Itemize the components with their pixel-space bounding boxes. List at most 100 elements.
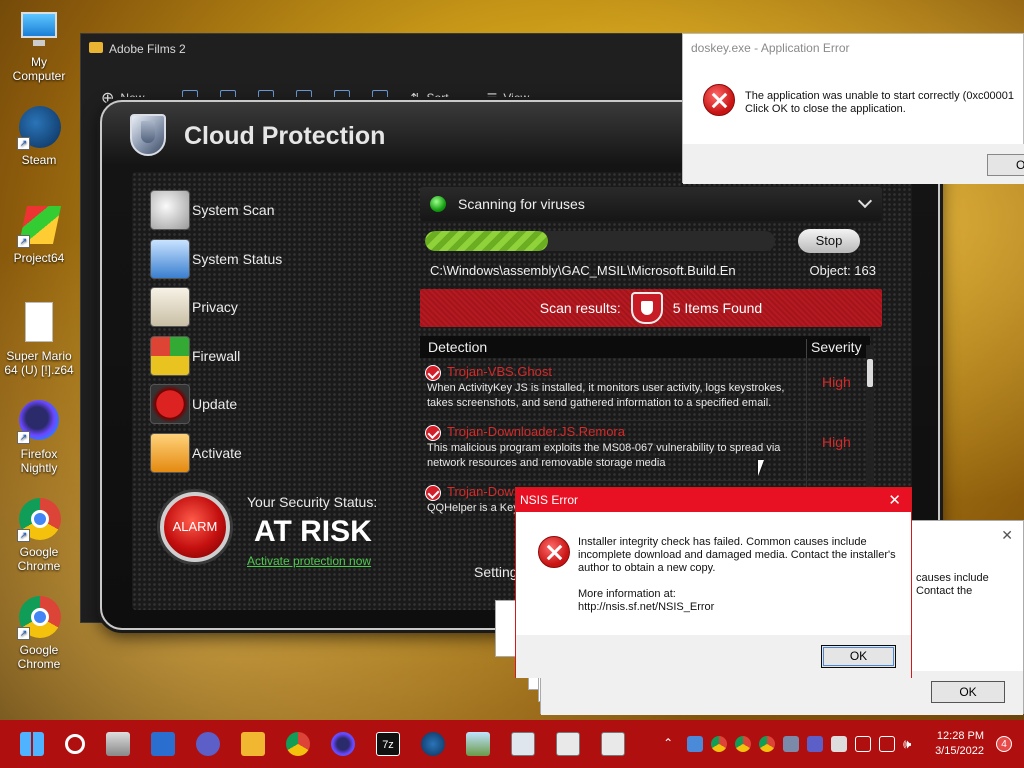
desktop-icon-steam[interactable]: ↗ Steam <box>4 106 74 167</box>
nav-privacy[interactable]: Privacy <box>150 283 390 332</box>
file-icon <box>17 302 61 346</box>
ok-button[interactable]: OK <box>931 681 1005 703</box>
settings-link[interactable]: Setting <box>474 564 518 580</box>
desktop-icon-firefox-nightly[interactable]: ↗ Firefox Nightly <box>4 400 74 475</box>
photos-icon[interactable] <box>466 732 490 756</box>
folder-icon <box>89 42 103 53</box>
scan-header[interactable]: Scanning for viruses <box>420 187 882 221</box>
app-window-icon[interactable] <box>511 732 535 756</box>
chevron-down-icon[interactable] <box>857 193 873 209</box>
checkmark-icon[interactable] <box>425 485 441 501</box>
setup-icon[interactable] <box>601 732 625 756</box>
volume-icon[interactable]: 🕪 <box>903 736 919 752</box>
scan-progress-bar <box>425 231 775 251</box>
nav-system-scan[interactable]: System Scan <box>150 186 390 235</box>
display-icon[interactable] <box>879 736 896 752</box>
taskbar: 7z ⌃ 🕪 12:28 PM 3/15/2022 4 <box>0 720 1024 768</box>
document-icon <box>150 287 190 328</box>
scan-progress-fill <box>425 231 548 251</box>
nsis-error-dialog[interactable]: NSIS Error ✕ Installer integrity check h… <box>515 487 912 678</box>
col-severity: Severity <box>806 339 862 361</box>
activate-protection-link[interactable]: Activate protection now <box>247 554 371 568</box>
windows-start-icon[interactable] <box>20 732 44 756</box>
dialog-footer: O <box>683 144 1024 184</box>
scan-status-text: Scanning for viruses <box>458 196 585 212</box>
chrome-tray-icon[interactable] <box>711 736 728 752</box>
chrome-icon: ↗ <box>17 498 61 542</box>
shortcut-arrow-icon: ↗ <box>17 235 30 248</box>
file-explorer-icon[interactable] <box>241 732 265 756</box>
doskey-error-dialog[interactable]: doskey.exe - Application Error The appli… <box>682 33 1024 184</box>
detections-table-header: Detection Severity <box>420 336 870 361</box>
dialog-message: The application was unable to start corr… <box>745 90 1015 115</box>
dialog-titlebar[interactable]: NSIS Error ✕ <box>516 488 911 512</box>
project64-icon: ↗ <box>17 204 62 248</box>
firefox-nightly-icon: ↗ <box>17 400 61 444</box>
magnifier-icon <box>150 190 190 231</box>
keyboard-icon[interactable] <box>855 736 872 752</box>
table-row[interactable]: Trojan-Downloader.JS.Remora This malicio… <box>420 421 866 481</box>
notification-badge[interactable]: 4 <box>996 736 1012 752</box>
shield-icon <box>630 292 663 324</box>
checkmark-icon[interactable] <box>425 365 441 381</box>
dialog-message: causes include Contact the <box>916 572 989 597</box>
col-detection: Detection <box>428 339 488 355</box>
ok-button[interactable]: OK <box>821 645 896 668</box>
chrome-icon: ↗ <box>17 596 61 640</box>
teams-tray-icon[interactable] <box>807 736 824 752</box>
close-icon[interactable]: ✕ <box>888 491 901 509</box>
task-view-icon[interactable] <box>106 732 130 756</box>
setup-icon[interactable] <box>556 732 580 756</box>
nav-update[interactable]: Update <box>150 380 390 429</box>
teams-chat-icon[interactable] <box>196 732 220 756</box>
steam-icon[interactable] <box>421 732 445 756</box>
desktop-icon-super-mario[interactable]: Super Mario 64 (U) [!].z64 <box>4 302 74 377</box>
nav-firewall[interactable]: Firewall <box>150 332 390 381</box>
shortcut-arrow-icon: ↗ <box>17 431 30 444</box>
dialog-footer: OK <box>516 635 911 678</box>
shield-logo-icon <box>130 114 166 156</box>
clock[interactable]: 12:28 PM 3/15/2022 <box>935 729 984 759</box>
search-icon[interactable] <box>65 734 85 754</box>
table-row[interactable]: Trojan-VBS.Ghost When ActivityKey JS is … <box>420 361 866 421</box>
mouse-cursor-icon <box>758 460 770 476</box>
chrome-icon[interactable] <box>286 732 310 756</box>
chevron-up-icon[interactable]: ⌃ <box>663 736 679 752</box>
activate-icon <box>150 432 190 473</box>
graph-icon <box>150 238 190 279</box>
desktop-icon-google-chrome[interactable]: ↗ Google Chrome <box>4 498 74 573</box>
dialog-message: Installer integrity check has failed. Co… <box>578 536 898 614</box>
firewall-icon <box>150 335 190 376</box>
security-tray-icon[interactable] <box>783 736 800 752</box>
desktop-icon-project64[interactable]: ↗ Project64 <box>4 204 74 265</box>
dialog-title: NSIS Error <box>520 493 579 507</box>
7zip-icon[interactable]: 7z <box>376 732 400 756</box>
scan-results-bar: Scan results: 5 Items Found <box>420 289 882 327</box>
nav-system-status[interactable]: System Status <box>150 235 390 284</box>
shortcut-arrow-icon: ↗ <box>17 627 30 640</box>
monitor-icon <box>17 8 61 52</box>
chrome-tray-icon[interactable] <box>759 736 776 752</box>
firefox-nightly-icon[interactable] <box>331 732 355 756</box>
alarm-button[interactable]: ALARM <box>160 492 230 562</box>
dialog-title: doskey.exe - Application Error <box>691 41 850 55</box>
clock-time: 12:28 PM <box>936 730 984 742</box>
close-icon[interactable]: ✕ <box>1001 527 1013 544</box>
ok-button[interactable]: O <box>987 154 1024 176</box>
desktop-icon-my-computer[interactable]: My Computer <box>4 8 74 83</box>
security-status-label: Your Security Status: <box>247 494 378 510</box>
clock-date: 3/15/2022 <box>935 745 984 757</box>
onedrive-icon[interactable] <box>831 736 848 752</box>
stop-button[interactable]: Stop <box>798 229 860 253</box>
app-title: Cloud Protection <box>184 122 386 150</box>
shield-tray-icon[interactable] <box>687 736 704 752</box>
nav-activate[interactable]: Activate <box>150 429 390 478</box>
checkmark-icon[interactable] <box>425 425 441 441</box>
widgets-icon[interactable] <box>151 732 175 756</box>
more-info-url: http://nsis.sf.net/NSIS_Error <box>578 601 715 613</box>
results-count: 5 Items Found <box>672 300 763 316</box>
scan-object-count: Object: 163 <box>809 263 877 278</box>
chrome-tray-icon[interactable] <box>735 736 752 752</box>
desktop-icon-google-chrome-2[interactable]: ↗ Google Chrome <box>4 596 74 671</box>
scrollbar-thumb[interactable] <box>867 359 873 387</box>
